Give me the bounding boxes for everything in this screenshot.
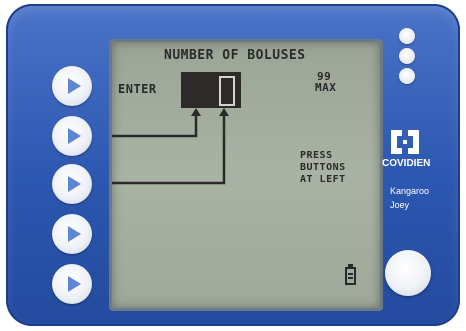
side-button-5[interactable] [52,264,92,304]
covidien-logo-icon [391,130,419,154]
side-button-4[interactable] [52,214,92,254]
play-triangle-icon [67,128,81,144]
connector-lines [112,108,229,185]
play-triangle-icon [67,78,81,94]
indicator-light-3 [399,68,415,84]
model-line-2: Joey [390,200,410,210]
side-button-3[interactable] [52,164,92,204]
indicator-light-1 [399,28,415,44]
brand-name: COVIDIEN [382,158,431,169]
right-round-button[interactable] [385,250,431,296]
play-triangle-icon [67,226,81,242]
play-triangle-icon [67,176,81,192]
model-line-1: Kangaroo [390,186,430,196]
battery-icon [345,264,356,285]
indicator-light-2 [399,48,415,64]
lcd-screen: NUMBER OF BOLUSES ENTER 99 MAX PRESS BUT… [109,39,383,311]
play-triangle-icon [67,276,81,292]
side-button-1[interactable] [52,66,92,106]
side-button-2[interactable] [52,116,92,156]
